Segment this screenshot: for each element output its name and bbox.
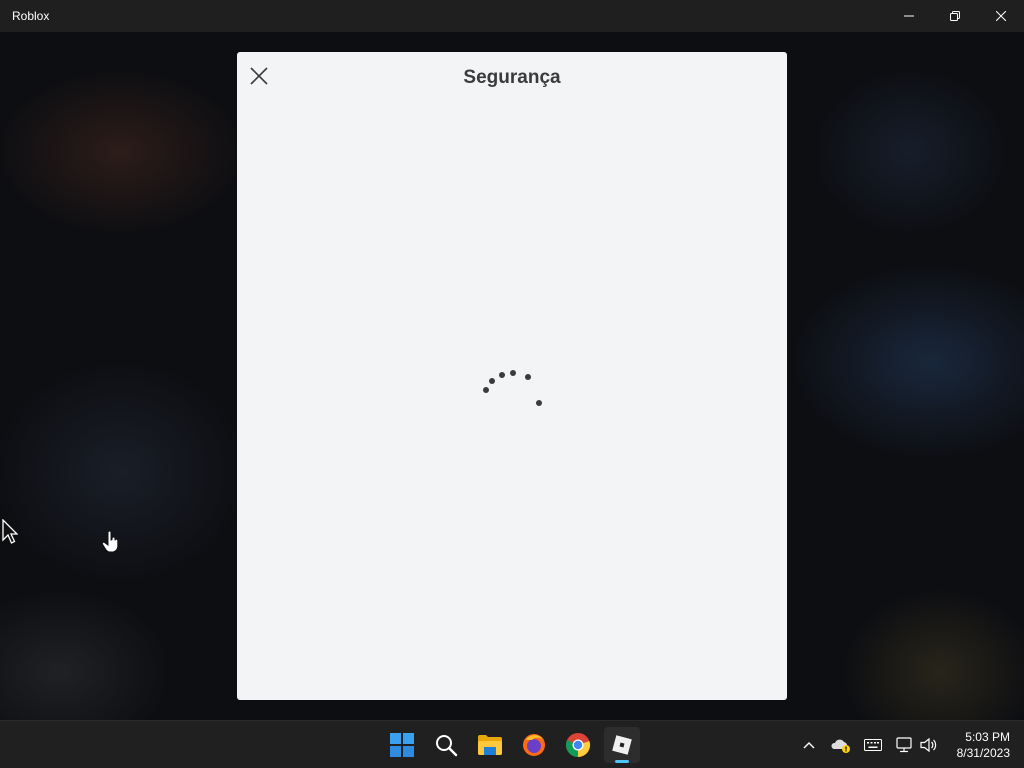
chevron-up-icon xyxy=(803,742,815,749)
minimize-button[interactable] xyxy=(886,0,932,32)
minimize-icon xyxy=(904,15,914,17)
chrome-icon xyxy=(566,733,591,758)
taskbar: 5:03 PM 8/31/2023 xyxy=(0,720,1024,768)
clock-date: 8/31/2023 xyxy=(956,746,1010,760)
roblox-icon xyxy=(612,735,632,755)
security-dialog: Segurança xyxy=(237,52,787,700)
windows-start-icon xyxy=(390,733,414,757)
taskbar-search-button[interactable] xyxy=(428,727,464,763)
restore-button[interactable] xyxy=(932,0,978,32)
volume-tray-button[interactable] xyxy=(917,733,941,757)
loading-spinner-icon xyxy=(480,367,544,411)
window-title: Roblox xyxy=(12,9,50,23)
window-titlebar: Roblox xyxy=(0,0,1024,32)
taskbar-firefox[interactable] xyxy=(516,727,552,763)
onedrive-tray-button[interactable] xyxy=(829,733,853,757)
folder-icon xyxy=(478,735,502,755)
close-icon xyxy=(996,11,1006,21)
network-icon xyxy=(896,737,912,753)
onedrive-warning-icon xyxy=(831,739,850,753)
search-icon xyxy=(436,735,458,757)
volume-icon xyxy=(920,737,937,753)
arrow-cursor-icon xyxy=(2,519,18,544)
taskbar-start-button[interactable] xyxy=(384,727,420,763)
keyboard-icon xyxy=(864,739,882,751)
network-tray-button[interactable] xyxy=(893,733,917,757)
clock-time: 5:03 PM xyxy=(965,730,1010,744)
active-app-indicator xyxy=(615,760,629,763)
taskbar-chrome[interactable] xyxy=(560,727,596,763)
firefox-icon xyxy=(523,734,545,756)
taskbar-clock[interactable]: 5:03 PM 8/31/2023 xyxy=(957,729,1010,761)
close-window-button[interactable] xyxy=(978,0,1024,32)
hand-cursor-icon xyxy=(101,531,119,553)
show-hidden-icons-button[interactable] xyxy=(797,733,821,757)
dialog-title: Segurança xyxy=(463,67,561,88)
taskbar-file-explorer[interactable] xyxy=(472,727,508,763)
taskbar-roblox[interactable] xyxy=(604,727,640,763)
touch-keyboard-button[interactable] xyxy=(861,733,885,757)
restore-icon xyxy=(950,11,960,21)
